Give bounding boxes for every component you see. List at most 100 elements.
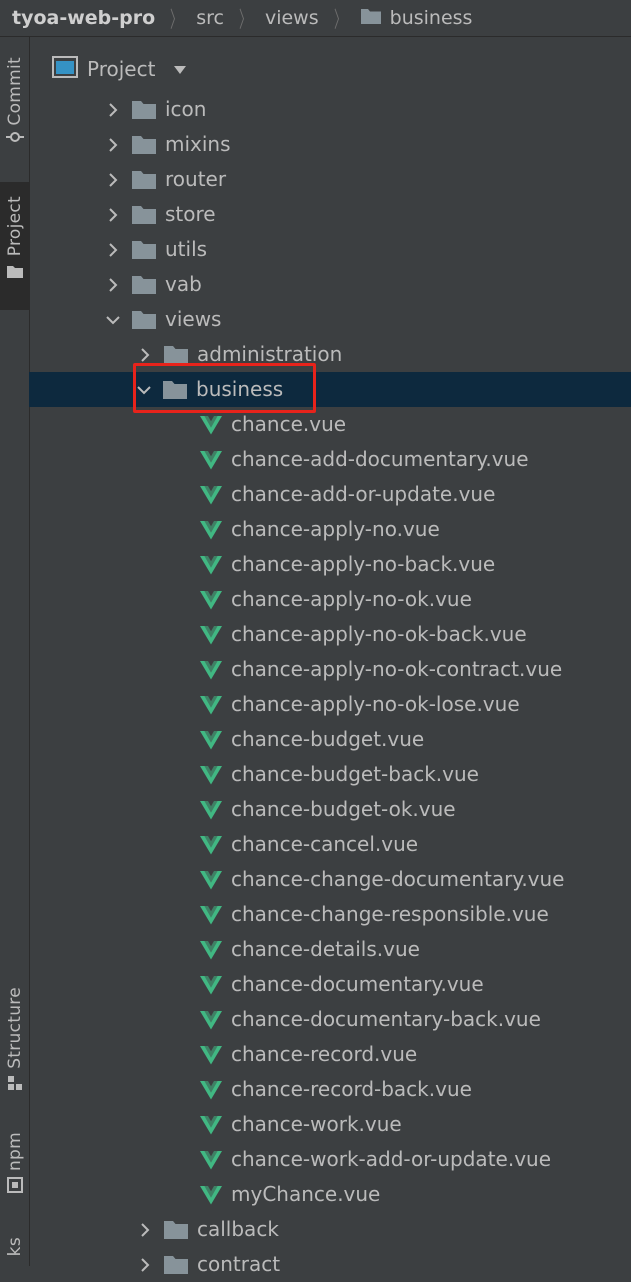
tree-item-label: icon (165, 96, 207, 121)
vue-file-icon (200, 835, 222, 855)
tree-item-label: chance-work-add-or-update.vue (231, 1146, 552, 1171)
tree-folder-contract[interactable]: contract (30, 1247, 631, 1282)
vue-file-icon (200, 1115, 222, 1135)
vue-file-icon (200, 975, 222, 995)
tree-file[interactable]: chance-apply-no-back.vue (30, 547, 631, 582)
vue-file-icon (200, 800, 222, 820)
tree-file[interactable]: chance-budget-ok.vue (30, 792, 631, 827)
tree-file[interactable]: chance-apply-no-ok.vue (30, 582, 631, 617)
chevron-right-icon[interactable] (102, 274, 124, 296)
structure-icon (7, 1075, 22, 1090)
tree-file[interactable]: myChance.vue (30, 1177, 631, 1212)
tree-file[interactable]: chance-budget.vue (30, 722, 631, 757)
tree-item-label: chance-budget-back.vue (231, 761, 479, 786)
tab-project[interactable]: Project (0, 182, 29, 310)
tree-file[interactable]: chance.vue (30, 407, 631, 442)
tree-file[interactable]: chance-budget-back.vue (30, 757, 631, 792)
chevron-right-icon[interactable] (102, 134, 124, 156)
tree-file[interactable]: chance-apply-no-ok-back.vue (30, 617, 631, 652)
tab-project-label: Project (4, 196, 25, 257)
panel-title[interactable]: Project (87, 57, 155, 81)
tree-file[interactable]: chance-details.vue (30, 932, 631, 967)
tree-file[interactable]: chance-apply-no-ok-lose.vue (30, 687, 631, 722)
tab-commit[interactable]: Commit (0, 57, 29, 157)
tab-structure[interactable]: Structure (0, 987, 29, 1107)
breadcrumb-item-views[interactable]: views (265, 7, 319, 29)
tree-folder-icon[interactable]: icon (30, 92, 631, 127)
chevron-right-icon[interactable] (134, 1219, 156, 1241)
folder-icon (131, 134, 157, 155)
tree-item-label: chance-apply-no.vue (231, 516, 440, 541)
tree-file[interactable]: chance-work-add-or-update.vue (30, 1142, 631, 1177)
tree-file[interactable]: chance-add-documentary.vue (30, 442, 631, 477)
folder-icon (131, 99, 157, 120)
chevron-right-icon[interactable] (134, 1254, 156, 1276)
folder-icon (131, 204, 157, 225)
chevron-down-icon[interactable] (133, 379, 155, 401)
tree-file[interactable]: chance-add-or-update.vue (30, 477, 631, 512)
tree-item-label: router (165, 166, 227, 191)
breadcrumb-separator-icon: 〉 (170, 8, 183, 33)
tree-file[interactable]: chance-documentary.vue (30, 967, 631, 1002)
tab-commit-label: Commit (4, 57, 25, 126)
tree-item-label: vab (165, 271, 202, 296)
tree-folder-administration[interactable]: administration (30, 337, 631, 372)
tree-item-label: chance-apply-no-ok.vue (231, 586, 472, 611)
tool-window-strip: Commit Project Structure npm ks (0, 37, 30, 1266)
caret-down-icon[interactable] (173, 60, 187, 79)
chevron-right-icon[interactable] (102, 169, 124, 191)
vue-file-icon (200, 485, 222, 505)
breadcrumb-item-label: business (389, 7, 473, 29)
chevron-right-icon[interactable] (102, 99, 124, 121)
breadcrumb-item-src[interactable]: src (196, 7, 224, 29)
chevron-right-icon[interactable] (102, 239, 124, 261)
breadcrumb-separator-icon: 〉 (238, 8, 252, 33)
tree-file[interactable]: chance-cancel.vue (30, 827, 631, 862)
vue-file-icon (200, 695, 222, 715)
breadcrumb-project[interactable]: tyoa-web-pro (0, 7, 155, 29)
tree-item-label: chance-apply-no-ok-back.vue (231, 621, 527, 646)
tree-folder-router[interactable]: router (30, 162, 631, 197)
tree-item-label: views (165, 306, 222, 331)
folder-icon (163, 1254, 189, 1275)
chevron-down-icon[interactable] (102, 309, 124, 331)
tree-folder-business[interactable]: business (29, 372, 631, 407)
vue-file-icon (200, 1010, 222, 1030)
vue-file-icon (200, 765, 222, 785)
tree-file[interactable]: chance-change-responsible.vue (30, 897, 631, 932)
chevron-right-icon[interactable] (102, 204, 124, 226)
tree-folder-callback[interactable]: callback (30, 1212, 631, 1247)
tree-item-label: chance-record-back.vue (231, 1076, 472, 1101)
breadcrumb-item-business[interactable]: business (360, 7, 473, 30)
folder-icon (131, 169, 157, 190)
tree-item-label: utils (165, 236, 208, 261)
folder-icon (6, 266, 23, 279)
tree-file[interactable]: chance-record-back.vue (30, 1072, 631, 1107)
vue-file-icon (200, 730, 222, 750)
folder-icon (163, 344, 189, 365)
folder-icon (163, 1219, 189, 1240)
tree-file[interactable]: chance-record.vue (30, 1037, 631, 1072)
vue-file-icon (200, 940, 222, 960)
tree-item-label: mixins (165, 131, 231, 156)
tab-npm[interactable]: npm (0, 1132, 29, 1212)
vue-file-icon (200, 415, 222, 435)
project-tree: icon mixins router store utils vab views admini… (29, 92, 631, 1282)
npm-icon (6, 1177, 23, 1194)
tree-file[interactable]: chance-change-documentary.vue (30, 862, 631, 897)
tree-folder-mixins[interactable]: mixins (30, 127, 631, 162)
tree-folder-vab[interactable]: vab (30, 267, 631, 302)
tree-file[interactable]: chance-documentary-back.vue (30, 1002, 631, 1037)
tab-bookmarks[interactable]: ks (0, 1237, 29, 1266)
tree-file[interactable]: chance-apply-no.vue (30, 512, 631, 547)
breadcrumb: tyoa-web-pro 〉 src 〉 views 〉 business (0, 0, 631, 37)
chevron-right-icon[interactable] (134, 344, 156, 366)
tree-folder-views[interactable]: views (30, 302, 631, 337)
tree-folder-utils[interactable]: utils (30, 232, 631, 267)
tree-file[interactable]: chance-work.vue (30, 1107, 631, 1142)
tree-folder-store[interactable]: store (30, 197, 631, 232)
project-window-icon (52, 56, 78, 82)
tab-structure-label: Structure (4, 987, 25, 1069)
tree-file[interactable]: chance-apply-no-ok-contract.vue (30, 652, 631, 687)
tree-item-label: chance-record.vue (231, 1041, 418, 1066)
